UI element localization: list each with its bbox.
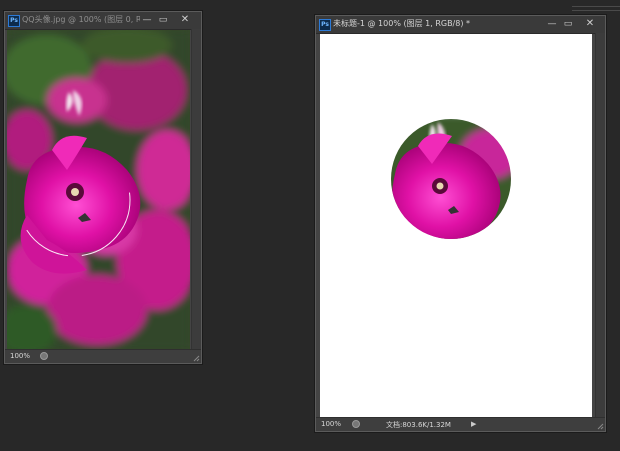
maximize-button[interactable]: ▭: [560, 17, 576, 31]
resize-grip-icon[interactable]: [192, 354, 200, 362]
circular-flower-crop: [391, 119, 511, 239]
status-menu-arrow-icon[interactable]: ▶: [471, 420, 476, 428]
close-button[interactable]: ✕: [177, 13, 193, 27]
status-bar: 100% 文档:803.6K/1.32M ▶: [316, 417, 605, 431]
zoom-level[interactable]: 100%: [321, 420, 341, 428]
vertical-scrollbar[interactable]: [595, 33, 605, 418]
photoshop-icon: Ps: [319, 19, 331, 31]
maximize-button[interactable]: ▭: [155, 13, 171, 27]
minimize-button[interactable]: —: [139, 13, 155, 27]
panel-edge: [572, 0, 620, 7]
document-canvas[interactable]: [320, 34, 592, 418]
status-info-icon[interactable]: [352, 420, 360, 428]
status-info-icon[interactable]: [40, 352, 48, 360]
status-bar: 100%: [5, 349, 201, 363]
panel-edge-2: [572, 7, 620, 11]
window-titlebar[interactable]: Ps QQ头像.jpg @ 100% (图层 0, R... — ▭ ✕: [5, 12, 201, 30]
resize-grip-icon[interactable]: [596, 422, 604, 430]
vertical-scrollbar[interactable]: [191, 29, 201, 350]
photo-canvas[interactable]: [7, 30, 190, 351]
document-window-qq-avatar[interactable]: Ps QQ头像.jpg @ 100% (图层 0, R... — ▭ ✕ 100…: [4, 11, 202, 364]
window-title: 未标题-1 @ 100% (图层 1, RGB/8) *: [333, 19, 471, 28]
close-button[interactable]: ✕: [582, 17, 598, 31]
minimize-button[interactable]: —: [544, 17, 560, 31]
flower-photo: [7, 30, 190, 351]
document-size-info: 文档:803.6K/1.32M: [386, 421, 451, 429]
zoom-level[interactable]: 100%: [10, 352, 30, 360]
document-window-untitled[interactable]: Ps 未标题-1 @ 100% (图层 1, RGB/8) * — ▭ ✕ 10…: [315, 15, 606, 432]
window-title: QQ头像.jpg @ 100% (图层 0, R...: [22, 15, 140, 24]
photoshop-icon: Ps: [8, 15, 20, 27]
window-titlebar[interactable]: Ps 未标题-1 @ 100% (图层 1, RGB/8) * — ▭ ✕: [316, 16, 605, 34]
